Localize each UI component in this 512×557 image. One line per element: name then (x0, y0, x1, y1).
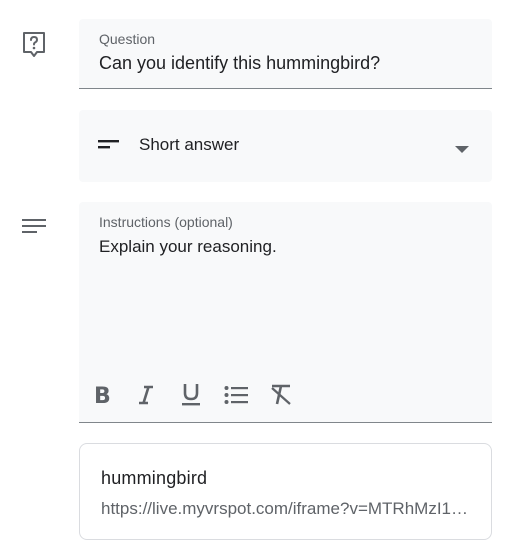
help-box-icon (22, 31, 46, 59)
link-attachment-card[interactable]: hummingbird https://live.myvrspot.com/if… (79, 443, 492, 540)
short-text-icon (98, 138, 120, 156)
clear-formatting-icon[interactable] (266, 380, 296, 410)
answer-type-select[interactable]: Short answer (79, 110, 492, 182)
attachment-url: https://live.myvrspot.com/iframe?v=MTRhM… (101, 499, 471, 518)
answer-type-label: Short answer (139, 135, 240, 154)
bulleted-list-icon[interactable] (221, 380, 251, 410)
attachment-title: hummingbird (101, 468, 208, 488)
underline-icon[interactable] (176, 380, 206, 410)
instructions-textarea[interactable]: Explain your reasoning. (99, 237, 277, 257)
instructions-underline (79, 422, 492, 423)
instructions-label: Instructions (optional) (99, 214, 233, 230)
question-input[interactable]: Can you identify this hummingbird? (99, 53, 380, 74)
question-label: Question (99, 31, 156, 47)
notes-icon (22, 219, 46, 237)
question-field[interactable]: Question Can you identify this hummingbi… (79, 19, 492, 89)
svg-text:B: B (94, 384, 111, 406)
arrow-drop-down-icon[interactable] (455, 141, 469, 159)
italic-icon[interactable] (131, 380, 161, 410)
bold-icon[interactable]: B (87, 380, 117, 410)
question-underline (79, 88, 492, 89)
